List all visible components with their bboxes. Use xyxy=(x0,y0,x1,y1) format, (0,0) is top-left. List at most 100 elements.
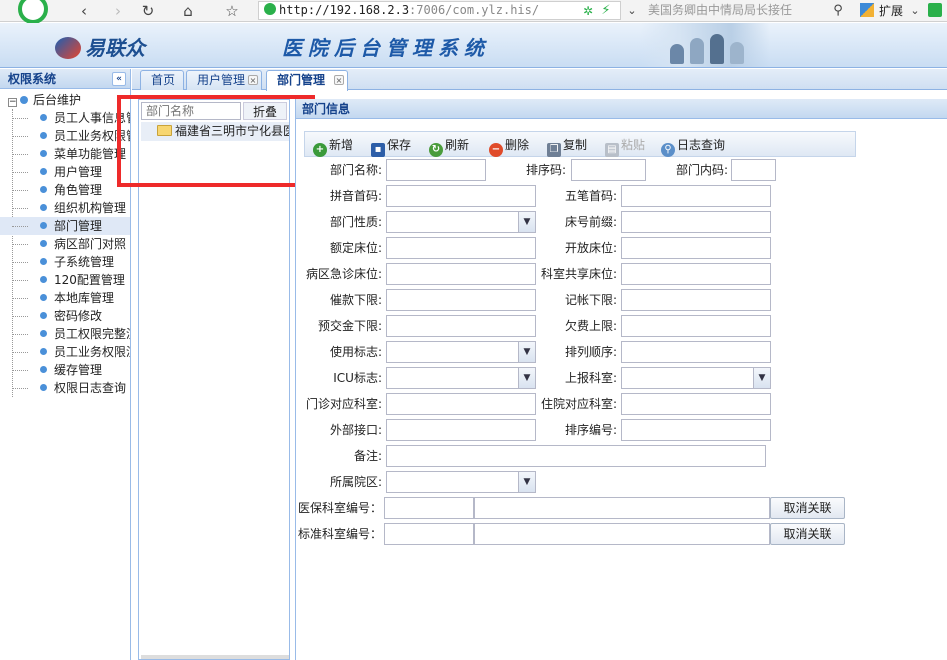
usage-flag-select[interactable]: ▼ xyxy=(386,341,536,363)
logo-mark-icon xyxy=(55,37,81,59)
pinyin-input[interactable] xyxy=(386,185,536,207)
icu-flag-select[interactable]: ▼ xyxy=(386,367,536,389)
sidebar-item[interactable]: 密码修改 xyxy=(0,307,130,325)
sidebar-item[interactable]: 员工权限完整演示 xyxy=(0,325,130,343)
browser-logo-icon xyxy=(18,0,48,24)
sidebar-item-label: 缓存管理 xyxy=(54,363,103,377)
standard-name-input[interactable] xyxy=(474,523,770,545)
ward-emergency-beds-input[interactable] xyxy=(386,263,536,285)
inpatient-dept-input[interactable] xyxy=(621,393,771,415)
lightning-icon[interactable]: ⚡ xyxy=(596,1,616,21)
external-api-label: 外部接口: xyxy=(329,423,382,437)
insurance-code-input[interactable] xyxy=(384,497,474,519)
tab-label: 用户管理 xyxy=(197,73,246,87)
log-query-button[interactable]: ⚲ 日志查询 xyxy=(661,135,726,157)
copy-label: 复制 xyxy=(563,138,588,152)
forward-icon[interactable]: › xyxy=(108,1,128,21)
sidebar-item[interactable]: 本地库管理 xyxy=(0,289,130,307)
chevron-down-icon[interactable]: ▼ xyxy=(518,368,535,388)
sort-no-input[interactable] xyxy=(621,419,771,441)
search-icon[interactable]: ⚲ xyxy=(828,1,848,21)
app-icon[interactable] xyxy=(928,3,942,17)
chevron-down-icon[interactable]: ▼ xyxy=(518,212,535,232)
paste-button[interactable]: ▤ 粘贴 xyxy=(605,135,645,157)
refresh-icon[interactable]: ↻ xyxy=(138,1,158,21)
dunning-limit-input[interactable] xyxy=(386,289,536,311)
search-box[interactable]: 美国务卿由中情局局长接任 xyxy=(648,1,828,20)
open-beds-label: 开放床位: xyxy=(564,241,617,255)
sidebar-item[interactable]: 员工业务权限演示 xyxy=(0,343,130,361)
speed-icon[interactable]: ✲ xyxy=(578,1,598,21)
chevron-down-icon[interactable]: ▼ xyxy=(753,368,770,388)
sidebar-item[interactable]: 员工人事信息管理 xyxy=(0,109,130,127)
deposit-limit-input[interactable] xyxy=(386,315,536,337)
arrears-limit-input[interactable] xyxy=(621,315,771,337)
sidebar-item[interactable]: 组织机构管理 xyxy=(0,199,130,217)
campus-select[interactable]: ▼ xyxy=(386,471,536,493)
minus-icon[interactable]: − xyxy=(8,98,17,107)
copy-button[interactable]: ❐ 复制 xyxy=(547,135,588,157)
refresh-button[interactable]: ↻ 刷新 xyxy=(429,135,469,157)
remark-input[interactable] xyxy=(386,445,766,467)
chevron-down-icon[interactable]: ▼ xyxy=(518,472,535,492)
outpatient-dept-input[interactable] xyxy=(386,393,536,415)
fold-button[interactable]: 折叠 xyxy=(243,102,287,120)
sidebar-item[interactable]: 菜单功能管理 xyxy=(0,145,130,163)
extensions-label[interactable]: 扩展 xyxy=(879,2,903,20)
sort-code-input[interactable] xyxy=(571,159,646,181)
dept-name-label: 部门名称: xyxy=(329,163,382,177)
address-bar[interactable]: http://192.168.2.3:7006/com.ylz.his/ xyxy=(258,1,621,20)
sort-no-label: 排序编号: xyxy=(564,423,617,437)
node-icon xyxy=(40,150,47,157)
close-icon[interactable]: × xyxy=(248,75,258,85)
close-icon[interactable]: × xyxy=(334,75,344,85)
unlink-insurance-button[interactable]: 取消关联 xyxy=(770,497,845,519)
add-button[interactable]: + 新增 xyxy=(313,135,353,157)
tab-user-management[interactable]: 用户管理 × xyxy=(186,70,262,90)
chevron-down-icon[interactable]: ⌄ xyxy=(905,1,925,21)
insurance-name-input[interactable] xyxy=(474,497,770,519)
dept-name-input[interactable] xyxy=(386,159,486,181)
bed-prefix-input[interactable] xyxy=(621,211,771,233)
chevron-down-icon[interactable]: ▼ xyxy=(518,342,535,362)
report-dept-select[interactable]: ▼ xyxy=(621,367,771,389)
sidebar-item-selected[interactable]: 部门管理 xyxy=(0,217,130,235)
dept-search-input[interactable] xyxy=(141,102,241,120)
charge-limit-input[interactable] xyxy=(621,289,771,311)
sidebar-item[interactable]: 病区部门对照 xyxy=(0,235,130,253)
save-button[interactable]: ▪ 保存 xyxy=(371,135,411,157)
dept-type-select[interactable]: ▼ xyxy=(386,211,536,233)
sidebar-item[interactable]: 员工业务权限管理 xyxy=(0,127,130,145)
shared-beds-input[interactable] xyxy=(621,263,771,285)
home-icon[interactable]: ⌂ xyxy=(178,1,198,21)
horizontal-scrollbar[interactable] xyxy=(141,655,289,659)
sidebar-item[interactable]: 用户管理 xyxy=(0,163,130,181)
back-icon[interactable]: ‹ xyxy=(74,1,94,21)
bookmark-icon[interactable]: ☆ xyxy=(222,1,242,21)
tab-dept-management[interactable]: 部门管理 × xyxy=(266,70,348,91)
log-label: 日志查询 xyxy=(677,138,726,152)
external-api-input[interactable] xyxy=(386,419,536,441)
tree-root[interactable]: − 后台维护 xyxy=(0,91,130,109)
delete-icon: − xyxy=(489,143,503,157)
rated-beds-input[interactable] xyxy=(386,237,536,259)
panel-title: 部门信息 xyxy=(296,99,947,119)
open-beds-input[interactable] xyxy=(621,237,771,259)
tree-node[interactable]: 福建省三明市宁化县医院 xyxy=(141,122,289,141)
node-icon xyxy=(40,186,47,193)
extensions-icon xyxy=(860,3,874,17)
order-input[interactable] xyxy=(621,341,771,363)
sidebar-item[interactable]: 角色管理 xyxy=(0,181,130,199)
tab-home[interactable]: 首页 xyxy=(140,70,184,90)
dropdown-icon[interactable]: ⌄ xyxy=(622,1,642,21)
sidebar-item[interactable]: 子系统管理 xyxy=(0,253,130,271)
standard-code-input[interactable] xyxy=(384,523,474,545)
dept-code-input[interactable] xyxy=(731,159,776,181)
wubi-input[interactable] xyxy=(621,185,771,207)
collapse-icon[interactable]: « xyxy=(112,72,126,86)
unlink-standard-button[interactable]: 取消关联 xyxy=(770,523,845,545)
sidebar-item[interactable]: 权限日志查询 xyxy=(0,379,130,397)
sidebar-item[interactable]: 120配置管理 xyxy=(0,271,130,289)
delete-button[interactable]: − 删除 xyxy=(489,135,529,157)
sidebar-item[interactable]: 缓存管理 xyxy=(0,361,130,379)
